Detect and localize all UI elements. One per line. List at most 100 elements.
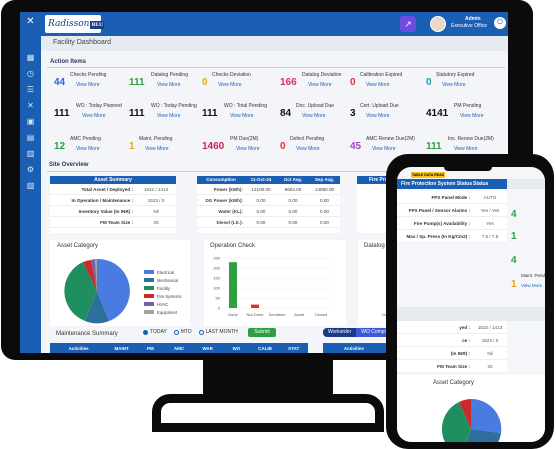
user-info[interactable]: Admin Executive Office (451, 16, 487, 30)
asset-category-panel: Asset Category Electrical Mechanical Facil… (50, 240, 190, 326)
card-count: 45 (350, 141, 362, 152)
y-tick-label: 200 (213, 266, 220, 271)
phone-row-key: FM Team Size : (437, 364, 470, 369)
radio-icon[interactable] (143, 329, 148, 335)
datalog-title: Datalog (364, 243, 385, 249)
consumption-cell: 0.00 (288, 198, 298, 203)
asset-summary-value: Nil (153, 209, 159, 214)
x-tick-label: Deviation (269, 312, 286, 317)
top-bar: Radisson BLU ↗ Admin Executive Office ⏻ (41, 12, 508, 36)
asset-summary-value: 20 (153, 220, 159, 225)
radio-icon[interactable] (198, 329, 204, 335)
settings-icon[interactable]: ⚙ (26, 166, 35, 174)
legend-label: Facility (157, 285, 171, 291)
document-icon[interactable]: ▥ (26, 150, 35, 158)
view-more-link[interactable]: View More (157, 113, 181, 119)
phone-side-count: 1 (511, 279, 517, 290)
view-more-link[interactable]: View More (76, 146, 100, 152)
workorder-tab[interactable]: Workorder (323, 328, 357, 337)
card-label: PM Due(2M) (230, 136, 259, 142)
view-more-link[interactable]: View More (296, 146, 320, 152)
view-more-link[interactable]: View More (460, 113, 484, 119)
consumption-cell: 0.00 (256, 198, 266, 203)
x-tick-label: Closed (315, 312, 327, 317)
briefcase-icon[interactable]: ▣ (26, 118, 35, 126)
card-count: 111 (54, 108, 70, 119)
view-more-link[interactable]: View More (218, 82, 242, 88)
view-more-link[interactable]: View More (76, 82, 100, 88)
bar (229, 262, 237, 308)
activity-icon[interactable]: ↗ (400, 16, 416, 32)
view-more-link[interactable]: View More (157, 82, 181, 88)
phone-asset-category-title: Asset Category (433, 380, 475, 386)
dashboard-icon[interactable]: ▦ (26, 54, 35, 62)
asset-summary-table: Asset Summary Total Asset / Deployed : 15… (50, 176, 176, 233)
consumption-row: Diesel (Ltr.): 0.00 0.00 0.00 (197, 217, 340, 228)
phone-row-value: Yes / Yes (480, 208, 500, 213)
avatar[interactable] (430, 16, 446, 32)
card-count: 44 (54, 77, 66, 88)
legend-label: HVAC (157, 301, 169, 307)
view-more-link[interactable]: View More (521, 283, 542, 288)
legend-item: Mechanical (144, 276, 181, 284)
phone-table-row: FPS Panel Mode : AUTO (397, 191, 507, 204)
action-card: 3 Cert. Upload Due View More (346, 103, 416, 127)
view-more-link[interactable]: View More (308, 82, 332, 88)
view-more-link[interactable]: View More (82, 113, 106, 119)
action-card: 0 Checks Deviation View More (198, 72, 268, 96)
asset-category-title: Asset Category (57, 243, 99, 249)
column-header: WO (232, 345, 241, 351)
tools-icon[interactable]: ✕ (26, 102, 35, 110)
view-more-link[interactable]: View More (454, 146, 478, 152)
asset-summary-value: 1523 / 0 (147, 198, 165, 203)
card-label: AMC Renew Due(2M) (366, 136, 415, 142)
consumption-cell: Diesel (Ltr.): (216, 220, 243, 225)
view-more-link[interactable]: View More (230, 113, 254, 119)
phone-row-value: 20 (487, 364, 493, 369)
period-option[interactable]: LAST MONTH (198, 329, 238, 335)
radio-icon[interactable] (173, 329, 179, 335)
view-more-link[interactable]: View More (145, 146, 169, 152)
asset-summary-row: Total Asset / Deployed : 1522 / 1413 (50, 184, 176, 195)
consumption-row: Water (KL): 0.00 0.00 0.00 (197, 206, 340, 217)
legend-swatch (144, 270, 154, 274)
phone-row-value: 7.5 / 7.5 (481, 234, 499, 239)
power-icon[interactable]: ⏻ (494, 17, 506, 29)
view-more-link[interactable]: View More (366, 82, 390, 88)
report-icon[interactable]: ▧ (26, 182, 35, 190)
card-count: 0 (202, 77, 208, 88)
view-more-link[interactable]: View More (372, 146, 396, 152)
view-more-link[interactable]: View More (302, 113, 326, 119)
consumption-header-cell: Oct Avg. (283, 177, 303, 182)
phone-side-count: 4 (511, 255, 517, 266)
view-more-link[interactable]: View More (366, 113, 390, 119)
calendar-icon[interactable]: ▤ (26, 134, 35, 142)
column-header: Activities (343, 345, 364, 351)
period-options: TODAY MTD LAST MONTH (143, 329, 238, 335)
clock-icon[interactable]: ◷ (26, 70, 35, 78)
legend-label: Equipment (157, 309, 178, 315)
phone-fire-table: FPS Panel Mode : AUTO FPS Panel / Sensor A… (397, 191, 507, 243)
consumption-cell: 0.00 (320, 220, 329, 225)
maintenance-summary-title: Maintenance Summary (56, 331, 118, 337)
list-icon[interactable]: ☰ (26, 86, 35, 94)
phone-fire-header: Fire Protection System Status Status (397, 179, 507, 189)
submit-button[interactable]: Submit (248, 328, 276, 337)
bar (251, 304, 259, 308)
operation-check-chart: 250 200 150 100 50 0 Done Not Done Deviation Awai… (213, 256, 332, 317)
consumption-cell: 9662.00 (284, 187, 302, 192)
column-header: AMC (173, 345, 185, 351)
consumption-cell: 0.00 (256, 209, 266, 214)
consumption-cell: 14950.00 (314, 187, 335, 192)
period-option[interactable]: MTD (173, 329, 192, 335)
close-icon[interactable]: ✕ (26, 17, 35, 27)
consumption-header: Consumption 11-Oct-24 Oct Avg. Sep Avg. (197, 176, 340, 184)
phone-row-key: Max / Sp. Press (In Kg/Cm2) : (406, 234, 470, 239)
view-more-link[interactable]: View More (442, 82, 466, 88)
action-card: 1 Maint. Pending View More (125, 136, 195, 160)
phone-row-key: FPS Panel / Sensor Alarms : (408, 208, 470, 213)
x-tick-label: Done (228, 312, 238, 317)
period-option[interactable]: TODAY (143, 329, 167, 335)
card-label: PM Pending (454, 103, 482, 109)
view-more-link[interactable]: View More (236, 146, 260, 152)
